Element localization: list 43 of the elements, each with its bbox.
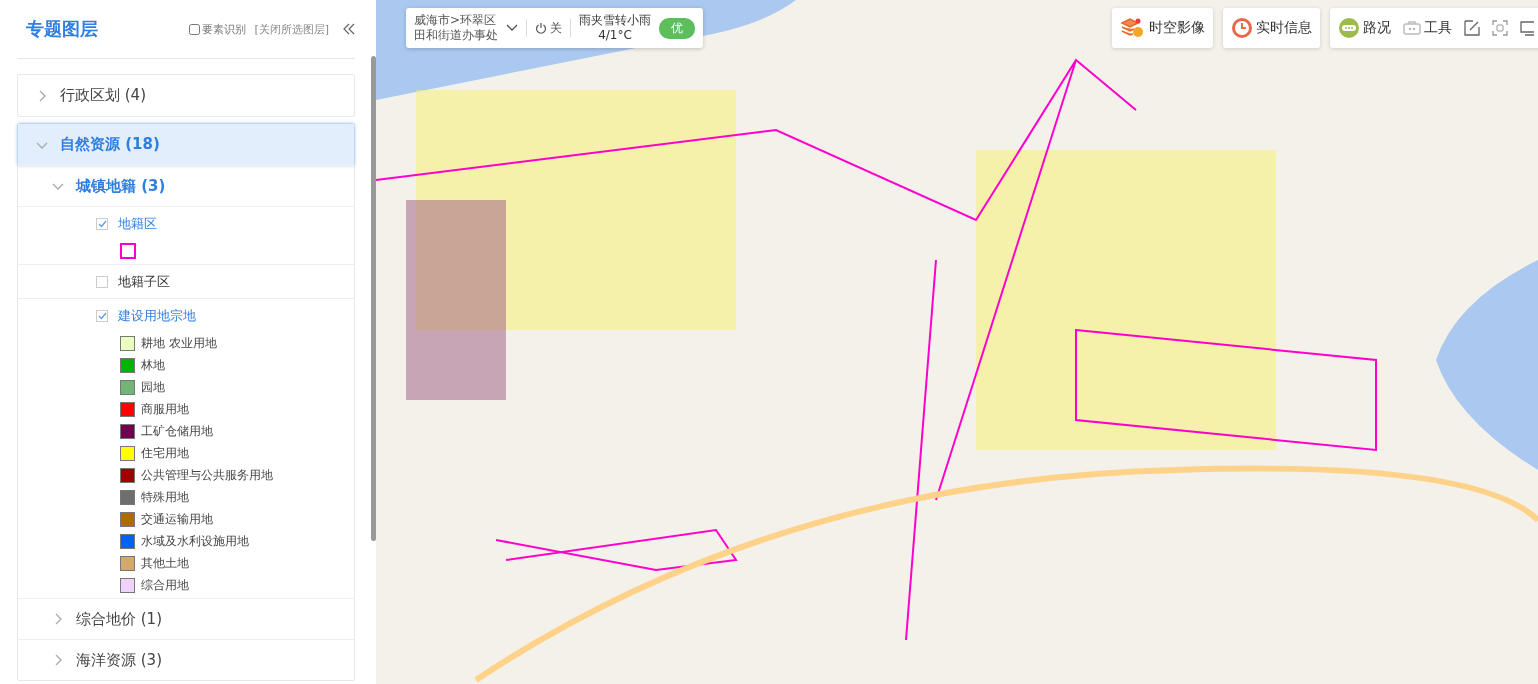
legend-label: 综合用地 (141, 576, 189, 594)
toolbar-button[interactable]: 路况 (1338, 17, 1391, 39)
power-toggle[interactable]: 关 (535, 19, 562, 37)
toolbar-button[interactable]: 工具 (1403, 19, 1452, 37)
layer-subgroup[interactable]: 海洋资源 (3) (18, 639, 354, 680)
toolbox-icon (1403, 20, 1421, 36)
layer-subgroup[interactable]: 城镇地籍 (3) (18, 165, 354, 206)
panel-title: 专题图层 (25, 17, 98, 41)
legend-label: 公共管理与公共服务用地 (141, 466, 273, 484)
layer-checkbox[interactable] (96, 275, 108, 288)
layer-checkbox[interactable] (96, 309, 108, 322)
stacked-layers-icon (1120, 17, 1146, 39)
monitor-icon[interactable] (1520, 20, 1534, 36)
legend-label: 交通运输用地 (141, 510, 213, 528)
legend-label: 林地 (141, 356, 165, 374)
layer-subgroup[interactable]: 综合地价 (1) (18, 598, 354, 639)
layer-checkbox[interactable] (96, 217, 108, 230)
traffic-icon (1338, 17, 1360, 39)
layer-group[interactable]: 行政区划 (4) (18, 75, 354, 116)
legend-label: 特殊用地 (141, 488, 189, 506)
map-area[interactable]: 威海市>环翠区 田和街道办事处 关 雨夹雪转小雨 4/1°C 优 时空影像 实时信息 路况 工具 (376, 0, 1538, 684)
identify-label: 要素识别 (202, 21, 247, 37)
legend-label: 其他土地 (141, 554, 189, 572)
screenshot-icon[interactable] (1492, 20, 1508, 36)
layer-label[interactable]: 建设用地宗地 (118, 306, 196, 325)
legend-label: 商服用地 (141, 400, 189, 418)
weather-info: 雨夹雪转小雨 4/1°C (579, 13, 651, 43)
dropdown-caret-icon[interactable] (506, 24, 518, 32)
identify-checkbox[interactable] (189, 23, 201, 35)
collapse-icon[interactable] (343, 23, 355, 35)
legend-label: 工矿仓储用地 (141, 422, 213, 440)
legend-label: 水域及水利设施用地 (141, 532, 249, 550)
location-name[interactable]: 威海市>环翠区 田和街道办事处 (414, 13, 498, 43)
air-quality-badge: 优 (659, 17, 695, 39)
power-icon (535, 22, 547, 34)
layer-label[interactable]: 地籍区 (118, 214, 157, 233)
legend-label: 园地 (141, 378, 165, 396)
close-layers-link[interactable]: [关闭所选图层] (254, 21, 329, 37)
legend-label: 耕地 农业用地 (141, 334, 217, 352)
edit-icon[interactable] (1464, 20, 1480, 36)
clock-icon (1231, 17, 1253, 39)
legend-label: 住宅用地 (141, 444, 189, 462)
layer-label[interactable]: 地籍子区 (118, 272, 170, 291)
